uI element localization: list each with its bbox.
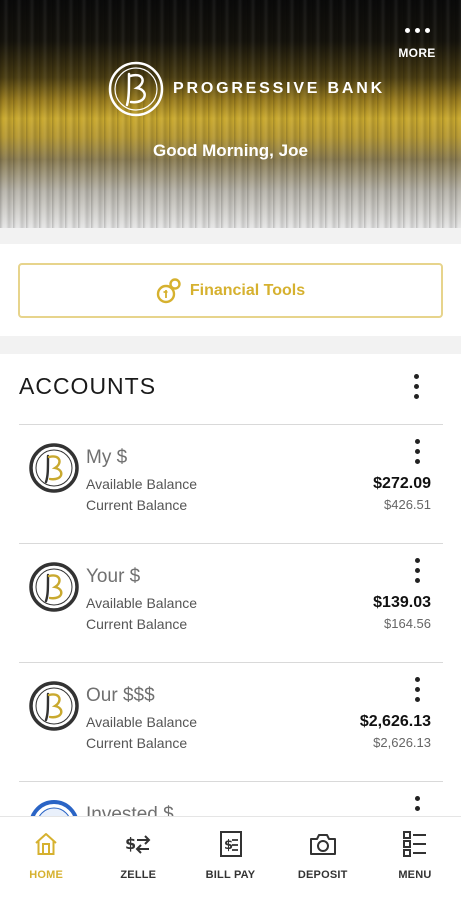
nav-menu[interactable]: MENU (369, 817, 461, 900)
bank-logo-icon (108, 61, 164, 117)
account-options-icon[interactable] (407, 439, 427, 464)
svg-text:$: $ (125, 834, 136, 853)
nav-label: ZELLE (120, 869, 157, 881)
available-balance-value: $139.03 (373, 594, 431, 611)
account-row-our[interactable]: Our $$$ Available Balance Current Balanc… (19, 662, 443, 781)
nav-home[interactable]: HOME (0, 817, 92, 900)
nav-label: HOME (29, 869, 63, 881)
available-balance-label: Available Balance (86, 595, 198, 611)
account-options-icon[interactable] (407, 677, 427, 702)
header-banner: MORE PROGRESSIVE BANK Good Morning, Joe (0, 0, 461, 228)
camera-icon (308, 829, 338, 859)
accounts-section: ACCOUNTS My $ Available Balance Current … (0, 354, 461, 820)
nav-label: DEPOSIT (297, 869, 348, 881)
home-icon (31, 829, 61, 859)
menu-list-icon (400, 829, 430, 859)
current-balance-label: Current Balance (86, 616, 188, 632)
account-name: My $ (86, 447, 128, 468)
greeting-text: Good Morning, Joe (153, 141, 308, 160)
financial-tools-section: Financial Tools (0, 244, 461, 336)
available-balance-value: $272.09 (373, 475, 431, 492)
account-name: Your $ (86, 566, 141, 587)
available-balance-value: $2,626.13 (359, 713, 431, 730)
nav-label: BILL PAY (205, 869, 256, 881)
available-balance-label: Available Balance (86, 476, 198, 492)
account-row-invested[interactable]: Invested $ (19, 781, 443, 820)
account-logo-icon (29, 562, 79, 612)
account-row-my[interactable]: My $ Available Balance Current Balance $… (19, 424, 443, 543)
more-dots-icon (395, 24, 439, 36)
current-balance-label: Current Balance (86, 735, 188, 751)
account-options-icon[interactable] (407, 558, 427, 583)
current-balance-value: $426.51 (384, 497, 431, 512)
transfer-icon: $ (123, 829, 153, 859)
nav-bill-pay[interactable]: $ BILL PAY (184, 817, 276, 900)
current-balance-value: $164.56 (384, 616, 431, 631)
nav-label: MENU (398, 869, 432, 881)
financial-tools-icon (156, 277, 181, 303)
current-balance-label: Current Balance (86, 497, 188, 513)
available-balance-label: Available Balance (86, 714, 198, 730)
bank-logo: PROGRESSIVE BANK (107, 60, 385, 118)
nav-zelle[interactable]: $ ZELLE (92, 817, 184, 900)
accounts-options-icon[interactable] (406, 374, 426, 399)
account-logo-icon (29, 681, 79, 731)
bank-name: PROGRESSIVE BANK (173, 80, 385, 97)
accounts-header: ACCOUNTS (0, 354, 461, 424)
current-balance-value: $2,626.13 (373, 735, 431, 750)
accounts-title: ACCOUNTS (19, 373, 157, 399)
account-logo-icon (29, 443, 79, 493)
bottom-navigation: HOME $ ZELLE $ BILL PAY DEPOSIT MENU (0, 816, 461, 900)
financial-tools-label: Financial Tools (189, 281, 306, 299)
account-name: Our $$$ (86, 685, 155, 706)
more-label: MORE (398, 46, 436, 60)
financial-tools-button[interactable]: Financial Tools (18, 263, 443, 318)
more-button[interactable]: MORE (395, 24, 439, 60)
account-row-your[interactable]: Your $ Available Balance Current Balance… (19, 543, 443, 662)
bill-icon: $ (216, 829, 246, 859)
svg-text:$: $ (224, 838, 233, 853)
nav-deposit[interactable]: DEPOSIT (277, 817, 369, 900)
